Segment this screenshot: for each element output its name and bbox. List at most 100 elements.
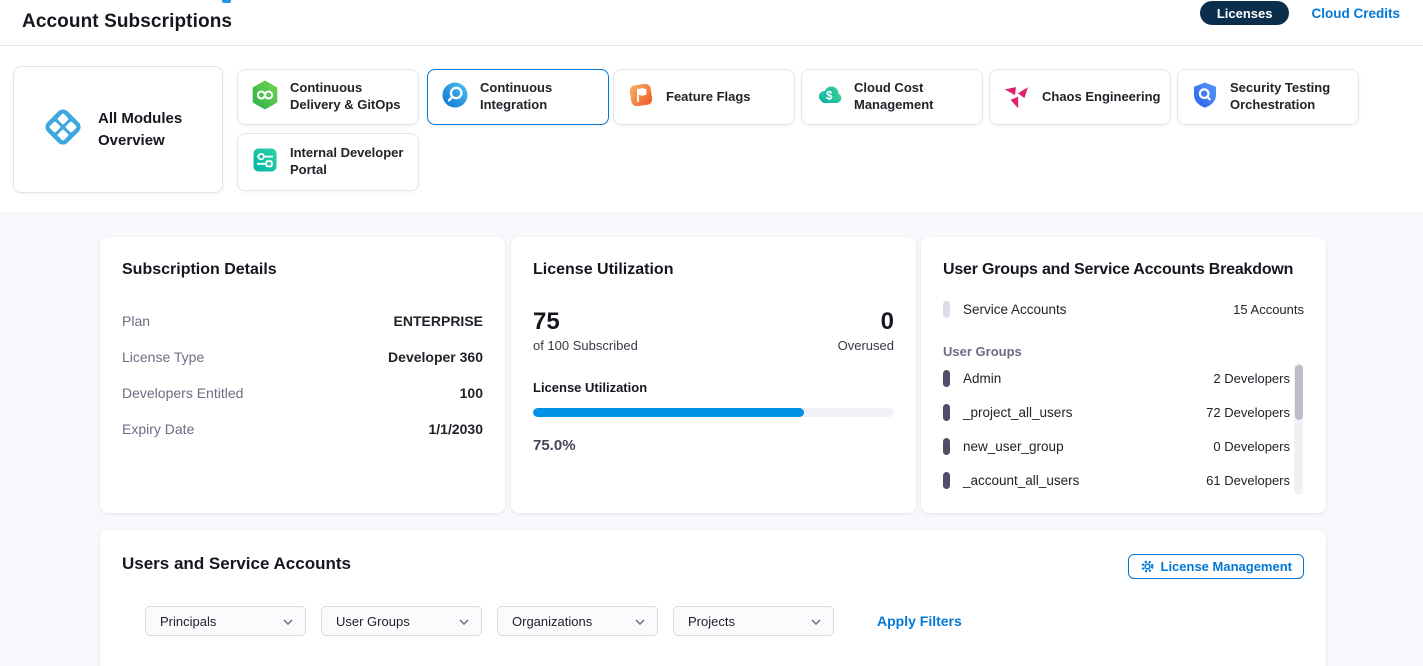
continuous-delivery-icon [250,80,280,115]
users-service-accounts-card: Users and Service Accounts License Manag… [100,530,1326,666]
subscription-details-title: Subscription Details [122,261,483,279]
internal-developer-portal-icon [250,145,280,180]
module-card-chaos-engineering[interactable]: Chaos Engineering [989,69,1171,125]
apply-filters-link[interactable]: Apply Filters [877,613,962,629]
utilization-percent: 75.0% [533,437,894,454]
subscription-details-card: Subscription Details Plan ENTERPRISE Lic… [100,237,505,513]
licenses-overused-caption: Overused [838,338,894,353]
chevron-down-icon [811,612,821,630]
dropdown-label: Principals [160,614,216,629]
service-accounts-row: Service Accounts 15 Accounts [943,301,1304,318]
chevron-down-icon [283,612,293,630]
licenses-tab[interactable]: Licenses [1200,1,1290,25]
users-section-title: Users and Service Accounts [122,554,1304,574]
user-group-marker [943,404,950,421]
user-group-row: _project_all_users 72 Developers [943,395,1290,429]
breakdown-title: User Groups and Service Accounts Breakdo… [943,261,1304,279]
subscription-row-plan: Plan ENTERPRISE [122,303,483,339]
chaos-engineering-icon [1002,80,1032,115]
module-selector-band: All Modules Overview Continuous Delivery… [0,46,1423,212]
dropdown-label: Projects [688,614,735,629]
user-groups-scrollbar[interactable] [1294,363,1303,495]
utilization-bar-label: License Utilization [533,380,894,395]
row-value: 100 [460,385,483,401]
licenses-used-caption: of 100 Subscribed [533,338,638,353]
subscription-row-license-type: License Type Developer 360 [122,339,483,375]
user-group-marker [943,438,950,455]
user-group-value: 0 Developers [1213,439,1290,454]
chevron-down-icon [459,612,469,630]
service-accounts-label: Service Accounts [963,302,1067,317]
module-card-cloud-cost[interactable]: $ Cloud Cost Management [801,69,983,125]
row-value: 1/1/2030 [429,421,484,437]
feature-flags-icon [626,80,656,115]
utilization-progress-bar [533,408,894,417]
continuous-integration-icon [440,80,470,115]
user-group-name: _account_all_users [963,473,1079,488]
module-card-feature-flags[interactable]: Feature Flags [613,69,795,125]
organizations-dropdown[interactable]: Organizations [497,606,658,636]
user-group-row: _account_all_users 61 Developers [943,463,1290,497]
page-header: Account Subscriptions Licenses Cloud Cre… [0,0,1423,46]
user-group-marker [943,472,950,489]
svg-text:$: $ [826,90,833,102]
module-label: Continuous Delivery & GitOps [290,80,416,114]
user-group-row: Admin 2 Developers [943,361,1290,395]
module-card-internal-developer-portal[interactable]: Internal Developer Portal [237,133,419,191]
user-group-name: _project_all_users [963,405,1073,420]
module-label: Chaos Engineering [1042,89,1168,106]
breakdown-card: User Groups and Service Accounts Breakdo… [921,237,1326,513]
user-group-name: new_user_group [963,439,1064,454]
row-value: Developer 360 [388,349,483,365]
module-label: Continuous Integration [480,80,606,114]
row-label: Developers Entitled [122,385,243,401]
row-label: Expiry Date [122,421,194,437]
user-group-name: Admin [963,371,1001,386]
gear-icon [1140,559,1155,574]
subscription-row-developers-entitled: Developers Entitled 100 [122,375,483,411]
license-management-button[interactable]: License Management [1128,554,1305,579]
user-groups-list: Admin 2 Developers _project_all_users 72… [943,361,1304,497]
all-modules-icon [40,104,86,155]
user-group-value: 2 Developers [1213,371,1290,386]
module-label: Internal Developer Portal [290,145,416,179]
header-tabs: Licenses Cloud Credits [1200,0,1400,26]
filters-row: Principals User Groups Organizations Pro… [145,606,1304,636]
scrollbar-thumb[interactable] [1295,365,1303,420]
row-label: License Type [122,349,204,365]
user-groups-heading: User Groups [943,344,1304,359]
module-label: Cloud Cost Management [854,80,980,114]
licenses-overused-value: 0 [838,309,894,335]
chevron-down-icon [635,612,645,630]
user-groups-dropdown[interactable]: User Groups [321,606,482,636]
all-modules-overview-label: All Modules Overview [98,108,194,152]
dropdown-label: Organizations [512,614,592,629]
licenses-overused-block: 0 Overused [838,309,894,353]
licenses-used-block: 75 of 100 Subscribed [533,309,638,353]
security-testing-icon [1190,80,1220,115]
module-label: Feature Flags [666,89,792,106]
utilization-bar-fill [533,408,804,417]
user-group-row: new_user_group 0 Developers [943,429,1290,463]
row-label: Plan [122,313,150,329]
module-card-continuous-integration[interactable]: Continuous Integration [427,69,609,125]
subscription-row-expiry-date: Expiry Date 1/1/2030 [122,411,483,447]
user-group-value: 72 Developers [1206,405,1290,420]
license-utilization-title: License Utilization [533,261,894,279]
module-label: Security Testing Orchestration [1230,80,1356,114]
service-accounts-value: 15 Accounts [1233,302,1304,317]
licenses-used-value: 75 [533,309,638,335]
module-card-security-testing[interactable]: Security Testing Orchestration [1177,69,1359,125]
user-group-value: 61 Developers [1206,473,1290,488]
projects-dropdown[interactable]: Projects [673,606,834,636]
cloud-cost-icon: $ [814,80,844,115]
all-modules-overview-card[interactable]: All Modules Overview [13,66,223,193]
cloud-credits-tab[interactable]: Cloud Credits [1311,6,1400,21]
dropdown-label: User Groups [336,614,410,629]
module-card-continuous-delivery[interactable]: Continuous Delivery & GitOps [237,69,419,125]
service-accounts-marker [943,301,950,318]
user-group-marker [943,370,950,387]
license-management-label: License Management [1161,559,1293,574]
principals-dropdown[interactable]: Principals [145,606,306,636]
license-utilization-card: License Utilization 75 of 100 Subscribed… [511,237,916,513]
